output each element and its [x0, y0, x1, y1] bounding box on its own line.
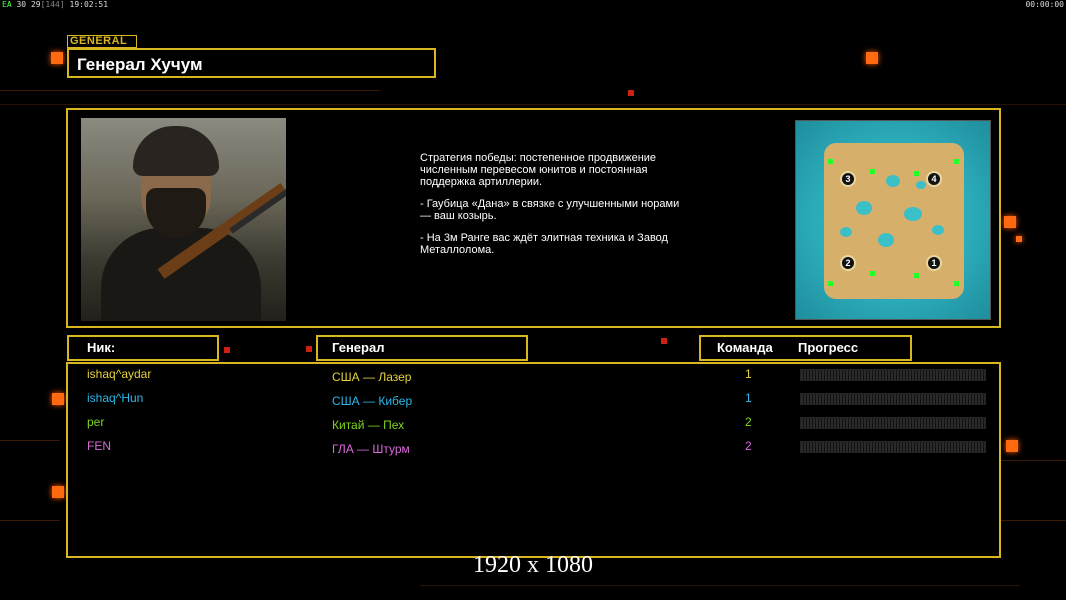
start-slot-2[interactable]: 2 — [840, 255, 856, 271]
player-nick: ishaq^Hun — [87, 391, 144, 405]
general-tag: GENERAL — [67, 35, 137, 48]
player-row: per Китай — Пех 2 — [68, 413, 999, 435]
player-team: 2 — [745, 415, 752, 429]
player-team: 2 — [745, 439, 752, 453]
strategy-tip-2: - На 3м Ранге вас ждёт элитная техника и… — [420, 232, 668, 256]
start-slot-3[interactable]: 3 — [840, 171, 856, 187]
strategy-tip-1: - Гаубица «Дана» в связке с улучшенными … — [420, 198, 680, 222]
loading-progress-bar — [800, 393, 986, 405]
strategy-text: Стратегия победы: постепенное продвижени… — [420, 152, 657, 188]
status-bar: EA 30 29[144] 19:02:51 00:00:00 — [0, 0, 1066, 10]
player-row: ishaq^aydar США — Лазер 1 — [68, 365, 999, 387]
player-nick: per — [87, 415, 105, 429]
general-column-header: Генерал — [316, 335, 528, 361]
nick-column-header: Ник: — [67, 335, 219, 361]
player-nick: FEN — [87, 439, 111, 453]
loading-progress-bar — [800, 369, 986, 381]
general-title: Генерал Хучум — [77, 55, 203, 74]
loading-progress-bar — [800, 417, 986, 429]
start-slot-1[interactable]: 1 — [926, 255, 942, 271]
map-preview[interactable]: 3 4 2 1 — [795, 120, 991, 320]
start-slot-4[interactable]: 4 — [926, 171, 942, 187]
strategy-description: Стратегия победы: постепенное продвижени… — [420, 152, 690, 266]
player-nick: ishaq^aydar — [87, 367, 152, 381]
fps-readout: EA 30 29[144] 19:02:51 — [2, 0, 109, 9]
player-row: ishaq^Hun США — Кибер 1 — [68, 389, 999, 411]
player-row: FEN ГЛА — Штурм 2 — [68, 437, 999, 459]
general-portrait — [81, 118, 286, 321]
player-team: 1 — [745, 367, 752, 381]
player-team: 1 — [745, 391, 752, 405]
player-general: Китай — Пех — [332, 418, 405, 432]
loading-progress-bar — [800, 441, 986, 453]
general-title-box: Генерал Хучум — [67, 48, 436, 78]
general-info-panel: Стратегия победы: постепенное продвижени… — [66, 108, 1001, 328]
players-table: ishaq^aydar США — Лазер 1 ishaq^Hun США … — [66, 362, 1001, 558]
resolution-label: 1920 x 1080 — [473, 552, 593, 578]
player-general: США — Кибер — [332, 394, 413, 408]
progress-column-header: Прогресс — [798, 340, 859, 355]
team-column-header: Команда — [717, 340, 773, 355]
game-timer: 00:00:00 — [1025, 0, 1064, 9]
player-general: ГЛА — Штурм — [332, 442, 410, 456]
player-general: США — Лазер — [332, 370, 412, 384]
team-progress-header: Команда Прогресс — [699, 335, 912, 361]
